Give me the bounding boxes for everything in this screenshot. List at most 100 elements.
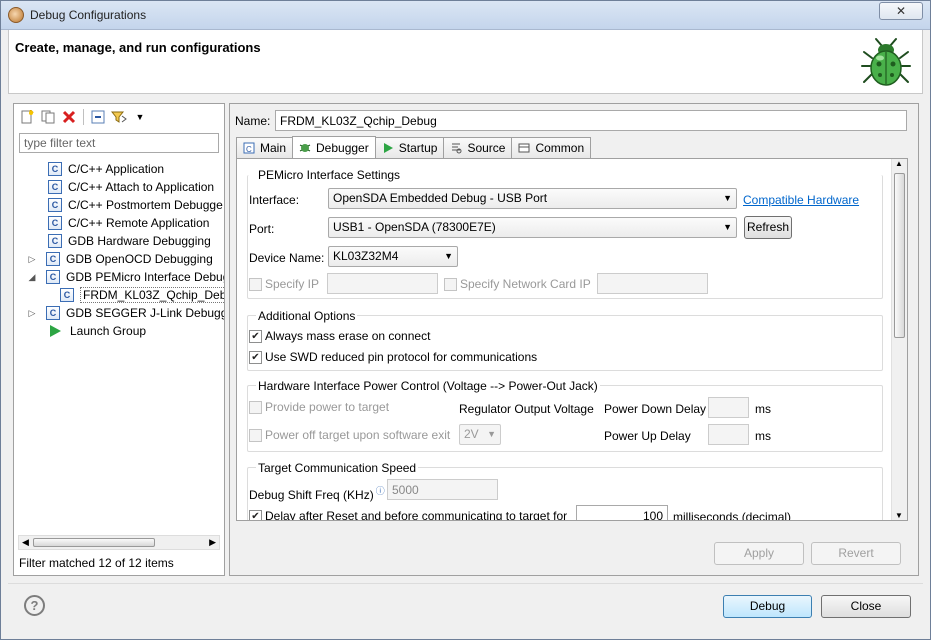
tab-label: Startup — [398, 141, 438, 155]
collapse-all-icon[interactable] — [89, 108, 107, 126]
pemicro-settings-group: PEMicro Interface Settings Interface: Op… — [247, 168, 883, 299]
device-name-select[interactable]: KL03Z32M4 ▼ — [328, 246, 458, 267]
tab-common[interactable]: Common — [511, 137, 592, 158]
scroll-left-icon[interactable]: ◀ — [22, 536, 29, 549]
tree-item-gdb-segger[interactable]: ▷ C GDB SEGGER J-Link Debuggin — [26, 304, 224, 322]
filter-icon[interactable] — [110, 108, 128, 126]
refresh-button[interactable]: Refresh — [744, 216, 792, 239]
tab-label: Main — [260, 141, 287, 155]
power-off-checkbox[interactable]: Power off target upon software exit — [249, 428, 450, 442]
swd-label: Use SWD reduced pin protocol for communi… — [265, 350, 538, 364]
tree-item-cpp-attach[interactable]: C C/C++ Attach to Application — [36, 178, 214, 196]
tree-item-launch-group[interactable]: Launch Group — [36, 322, 146, 340]
close-button[interactable]: Close — [821, 595, 911, 618]
swd-checkbox[interactable]: ✔ Use SWD reduced pin protocol for commu… — [249, 350, 537, 364]
provide-power-label: Provide power to target — [265, 400, 390, 414]
tree-item-gdb-hardware[interactable]: C GDB Hardware Debugging — [36, 232, 211, 250]
checkmark-icon: ✔ — [249, 509, 262, 520]
mass-erase-label: Always mass erase on connect — [265, 329, 431, 343]
tree-item-label: GDB Hardware Debugging — [68, 234, 211, 248]
communication-speed-group: Target Communication Speed Debug Shift F… — [247, 461, 883, 520]
checkbox-box — [249, 428, 262, 442]
port-select[interactable]: USB1 - OpenSDA (78300E7E) ▼ — [328, 217, 737, 238]
regulator-voltage-label: Regulator Output Voltage — [459, 402, 594, 416]
tab-label: Debugger — [316, 140, 369, 155]
chevron-down-icon: ▼ — [444, 251, 453, 261]
tab-main[interactable]: C Main — [236, 137, 294, 158]
shift-freq-input[interactable] — [387, 479, 498, 500]
power-up-delay-input[interactable] — [708, 424, 749, 445]
duplicate-icon[interactable] — [39, 108, 57, 126]
tree-item-label: FRDM_KL03Z_Qchip_Debu — [80, 287, 224, 303]
delay-after-reset-checkbox[interactable]: ✔ Delay after Reset and before communica… — [249, 509, 567, 520]
scroll-down-icon[interactable]: ▼ — [895, 511, 903, 520]
expand-icon[interactable]: ▷ — [26, 308, 38, 319]
collapse-icon[interactable]: ◢ — [26, 272, 38, 283]
interface-select[interactable]: OpenSDA Embedded Debug - USB Port ▼ — [328, 188, 737, 209]
shift-freq-label: Debug Shift Freq (KHz) ⓘ — [249, 484, 385, 502]
tree-item-cpp-remote[interactable]: C C/C++ Remote Application — [36, 214, 209, 232]
scroll-right-icon[interactable]: ▶ — [209, 536, 216, 549]
window-title: Debug Configurations — [30, 8, 147, 22]
specify-network-card-checkbox[interactable]: Specify Network Card IP — [444, 277, 591, 291]
tree-item-gdb-pemicro[interactable]: ◢ C GDB PEMicro Interface Debug — [26, 268, 224, 286]
scroll-thumb[interactable] — [894, 173, 905, 338]
checkbox-box — [249, 277, 262, 291]
c-icon: C — [46, 306, 60, 320]
voltage-value: 2V — [464, 427, 479, 441]
config-name-input[interactable] — [275, 110, 907, 131]
provide-power-checkbox[interactable]: Provide power to target — [249, 400, 389, 414]
vertical-scrollbar[interactable]: ▲ ▼ — [891, 159, 907, 520]
c-icon: C — [48, 216, 62, 230]
tab-label: Common — [535, 141, 585, 155]
config-tabs: C Main Debugger Startup Source Common — [236, 136, 592, 158]
footer-divider — [8, 583, 923, 584]
delay-input[interactable] — [576, 505, 668, 520]
tree-item-label: GDB PEMicro Interface Debug — [66, 270, 224, 284]
tab-label: Source — [467, 141, 506, 155]
delete-icon[interactable] — [60, 108, 78, 126]
filter-status: Filter matched 12 of 12 items — [19, 556, 174, 570]
scroll-thumb[interactable] — [33, 538, 155, 547]
tab-source[interactable]: Source — [443, 137, 513, 158]
config-editor-panel: Name: C Main Debugger Startup Source Com… — [229, 103, 919, 576]
toolbar-separator — [83, 109, 84, 125]
compatible-hardware-link[interactable]: Compatible Hardware — [743, 193, 859, 207]
tree-item-label: GDB SEGGER J-Link Debuggin — [66, 306, 224, 320]
c-icon: C — [48, 234, 62, 248]
scroll-up-icon[interactable]: ▲ — [895, 159, 903, 168]
device-name-label: Device Name: — [249, 251, 325, 265]
horizontal-scrollbar[interactable]: ◀ ▶ — [18, 535, 220, 550]
help-icon[interactable]: ? — [24, 595, 45, 616]
dropdown-arrow-icon[interactable]: ▼ — [131, 108, 149, 126]
tree-item-cpp-postmortem[interactable]: C C/C++ Postmortem Debugge — [36, 196, 223, 214]
ip-address-input[interactable] — [327, 273, 438, 294]
power-up-delay-label: Power Up Delay — [604, 429, 691, 443]
tab-startup[interactable]: Startup — [374, 137, 445, 158]
group-title: Target Communication Speed — [256, 461, 419, 475]
apply-button[interactable]: Apply — [714, 542, 804, 565]
tree-item-gdb-openocd[interactable]: ▷ C GDB OpenOCD Debugging — [26, 250, 213, 268]
checkbox-box — [444, 277, 457, 291]
chevron-down-icon: ▼ — [723, 222, 732, 232]
mass-erase-checkbox[interactable]: ✔ Always mass erase on connect — [249, 329, 430, 343]
voltage-select[interactable]: 2V ▼ — [459, 424, 501, 445]
expand-icon[interactable]: ▷ — [26, 254, 38, 265]
filter-input[interactable] — [19, 133, 219, 153]
tree-item-label: GDB OpenOCD Debugging — [66, 252, 213, 266]
new-config-icon[interactable] — [18, 108, 36, 126]
debug-bug-icon — [861, 38, 911, 86]
window-close-button[interactable]: ✕ — [879, 2, 923, 20]
revert-button[interactable]: Revert — [811, 542, 901, 565]
chevron-down-icon: ▼ — [723, 193, 732, 203]
specify-ip-checkbox[interactable]: Specify IP — [249, 277, 319, 291]
interface-value: OpenSDA Embedded Debug - USB Port — [333, 191, 548, 205]
debug-button[interactable]: Debug — [723, 595, 812, 618]
power-down-delay-input[interactable] — [708, 397, 749, 418]
group-title: Additional Options — [256, 309, 358, 323]
tree-item-frdm-config[interactable]: C FRDM_KL03Z_Qchip_Debu — [60, 286, 224, 304]
tab-debugger[interactable]: Debugger — [292, 136, 376, 158]
network-card-ip-input[interactable] — [597, 273, 708, 294]
specify-ip-label: Specify IP — [265, 277, 320, 291]
tree-item-cpp-application[interactable]: C C/C++ Application — [36, 160, 164, 178]
